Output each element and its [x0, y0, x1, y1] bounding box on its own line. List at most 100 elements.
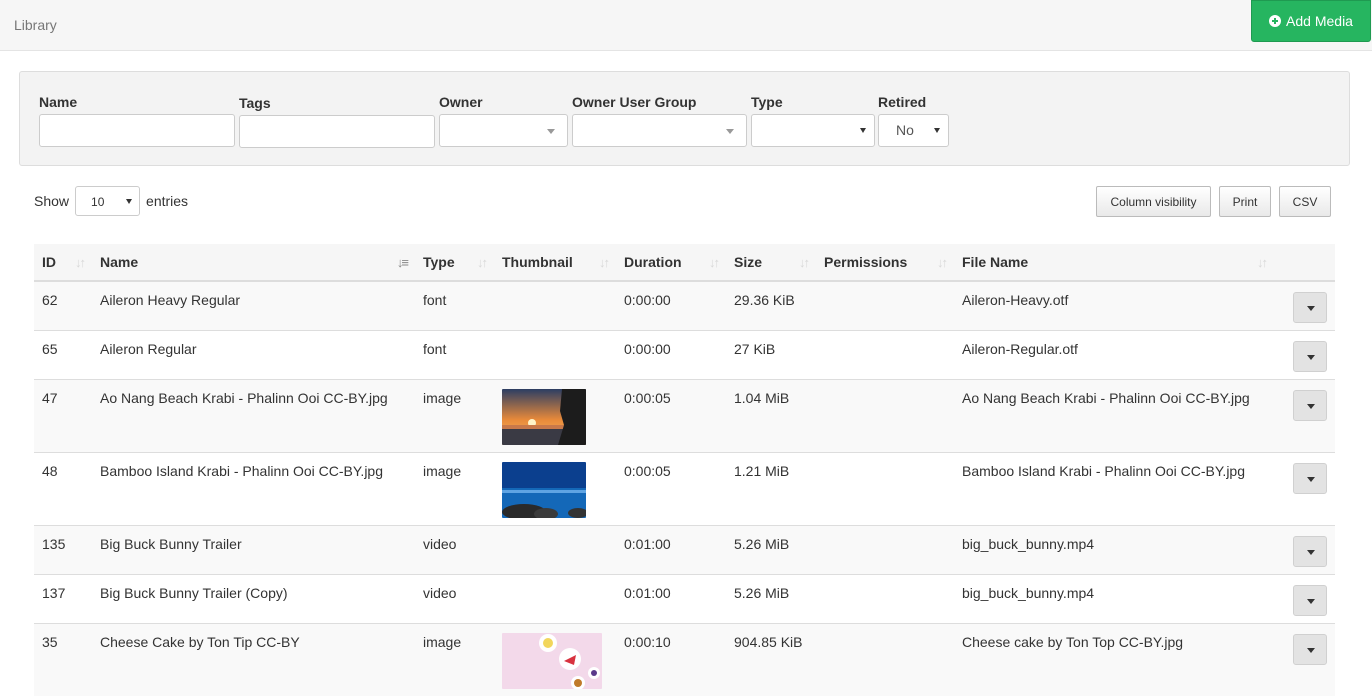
filter-name-input[interactable]: [39, 114, 235, 147]
row-actions-button[interactable]: [1293, 340, 1327, 372]
chevron-down-icon: [726, 129, 734, 134]
cell-file-name: big_buck_bunny.mp4: [954, 524, 1274, 574]
caret-down-icon: [1307, 354, 1315, 360]
sort-icon: ↓↑: [75, 255, 86, 270]
cell-name: Cheese Cake by Ton Tip CC-BY: [92, 622, 415, 696]
column-header-size[interactable]: Size ↓↑: [726, 244, 816, 282]
sort-icon: ↓↑: [709, 255, 720, 270]
cell-thumbnail: [494, 378, 616, 452]
column-header-file-name[interactable]: File Name ↓↑: [954, 244, 1274, 282]
chevron-down-icon: [126, 199, 133, 204]
cell-id: 65: [34, 329, 92, 379]
filter-type-group: Type: [751, 94, 875, 147]
cell-type: font: [415, 329, 494, 379]
filter-retired-select[interactable]: No: [878, 114, 949, 147]
media-table-body: 62 Aileron Heavy Regular font 0:00:00 29.36 …: [34, 280, 1335, 696]
table-row[interactable]: 135 Big Buck Bunny Trailer video 0:01:00 5.2…: [34, 524, 1335, 574]
cell-size: 5.26 MiB: [726, 524, 816, 574]
print-button[interactable]: Print: [1219, 186, 1271, 217]
row-actions-button[interactable]: [1293, 584, 1327, 616]
csv-button[interactable]: CSV: [1279, 186, 1331, 217]
row-actions-button[interactable]: [1293, 292, 1327, 323]
page-title: Library: [14, 17, 57, 33]
cell-id: 135: [34, 524, 92, 574]
filter-tags-input[interactable]: [239, 115, 435, 148]
column-header-type[interactable]: Type ↓↑: [415, 244, 494, 282]
filter-owner-group-group: Owner User Group: [572, 94, 747, 147]
cell-file-name: Aileron-Regular.otf: [954, 329, 1274, 379]
caret-down-icon: [1307, 476, 1315, 482]
table-header-row: ID ↓↑ Name ↓≡ Type ↓↑ Thumbnail ↓↑ Duration ↓…: [34, 244, 1335, 282]
caret-down-icon: [1307, 598, 1315, 604]
row-actions-button[interactable]: [1293, 535, 1327, 567]
cell-duration: 0:00:10: [616, 622, 726, 696]
cell-permissions: [816, 573, 954, 623]
filter-owner-group-select[interactable]: [572, 114, 747, 147]
thumbnail-image[interactable]: [502, 632, 602, 689]
cell-type: font: [415, 280, 494, 330]
thumbnail-image[interactable]: [502, 388, 586, 445]
table-row[interactable]: 48 Bamboo Island Krabi - Phalinn Ooi CC-B…: [34, 451, 1335, 525]
show-label: Show: [34, 193, 70, 209]
cell-permissions: [816, 378, 954, 452]
column-header-thumbnail[interactable]: Thumbnail ↓↑: [494, 244, 616, 282]
cell-thumbnail: [494, 524, 616, 574]
cell-file-name: Bamboo Island Krabi - Phalinn Ooi CC-BY.…: [954, 451, 1274, 525]
caret-down-icon: [1307, 549, 1315, 555]
row-actions-button[interactable]: [1293, 462, 1327, 494]
page-length-value: 10: [91, 195, 105, 209]
cell-size: 1.21 MiB: [726, 451, 816, 525]
cell-permissions: [816, 451, 954, 525]
retired-value: No: [896, 122, 914, 138]
cell-size: 29.36 KiB: [726, 280, 816, 330]
caret-down-icon: [1307, 306, 1315, 311]
column-visibility-button[interactable]: Column visibility: [1096, 186, 1211, 217]
column-header-id[interactable]: ID ↓↑: [34, 244, 92, 282]
table-row[interactable]: 35 Cheese Cake by Ton Tip CC-BY image 0:00:…: [34, 622, 1335, 696]
column-header-duration[interactable]: Duration ↓↑: [616, 244, 726, 282]
cell-duration: 0:01:00: [616, 573, 726, 623]
thumbnail-image[interactable]: [502, 461, 586, 518]
chevron-down-icon: [934, 128, 940, 133]
column-header-name[interactable]: Name ↓≡: [92, 244, 415, 282]
cell-name: Aileron Regular: [92, 329, 415, 379]
filter-tags-group: Tags: [239, 95, 435, 148]
row-actions-button[interactable]: [1293, 633, 1327, 665]
cell-thumbnail: [494, 329, 616, 379]
cell-permissions: [816, 280, 954, 330]
filter-owner-label: Owner: [439, 94, 483, 110]
add-media-button[interactable]: Add Media: [1251, 0, 1371, 42]
chevron-down-icon: [860, 128, 866, 133]
cell-actions: [1274, 573, 1335, 623]
cell-id: 47: [34, 378, 92, 452]
table-row[interactable]: 137 Big Buck Bunny Trailer (Copy) video 0:0…: [34, 573, 1335, 623]
cell-type: video: [415, 573, 494, 623]
cell-thumbnail: [494, 622, 616, 696]
cell-file-name: Aileron-Heavy.otf: [954, 280, 1274, 330]
caret-down-icon: [1307, 647, 1315, 653]
cell-duration: 0:00:00: [616, 329, 726, 379]
entries-label: entries: [146, 193, 189, 209]
cell-duration: 0:00:00: [616, 280, 726, 330]
filter-owner-select[interactable]: [439, 114, 568, 147]
cell-size: 1.04 MiB: [726, 378, 816, 452]
cell-size: 904.85 KiB: [726, 622, 816, 696]
table-row[interactable]: 47 Ao Nang Beach Krabi - Phalinn Ooi CC-B…: [34, 378, 1335, 452]
cell-thumbnail: [494, 451, 616, 525]
table-row[interactable]: 62 Aileron Heavy Regular font 0:00:00 29.36 …: [34, 280, 1335, 330]
column-header-permissions[interactable]: Permissions ↓↑: [816, 244, 954, 282]
cell-file-name: Ao Nang Beach Krabi - Phalinn Ooi CC-BY.…: [954, 378, 1274, 452]
table-row[interactable]: 65 Aileron Regular font 0:00:00 27 KiB Ailero…: [34, 329, 1335, 379]
cell-id: 137: [34, 573, 92, 623]
row-actions-button[interactable]: [1293, 389, 1327, 421]
cell-duration: 0:00:05: [616, 451, 726, 525]
cell-size: 27 KiB: [726, 329, 816, 379]
filter-type-select[interactable]: [751, 114, 875, 147]
filter-owner-group: Owner: [439, 94, 568, 147]
page-length-select[interactable]: 10: [75, 186, 141, 216]
cell-type: image: [415, 451, 494, 525]
cell-permissions: [816, 622, 954, 696]
cell-name: Aileron Heavy Regular: [92, 280, 415, 330]
filter-tags-label: Tags: [239, 95, 271, 111]
cell-id: 62: [34, 280, 92, 330]
